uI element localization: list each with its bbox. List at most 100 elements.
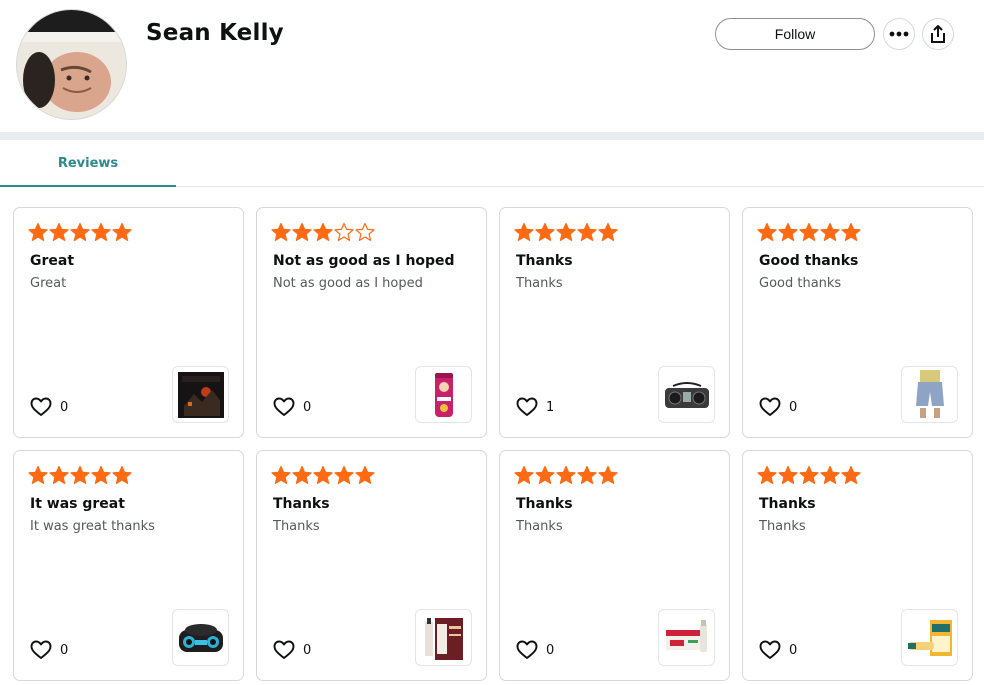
helpful-button[interactable]: 0: [516, 640, 554, 660]
profile-name: Sean Kelly: [146, 20, 284, 46]
heart-icon: [759, 397, 781, 416]
star-filled-icon: [112, 465, 132, 489]
star-filled-icon: [334, 465, 354, 489]
like-count: 0: [303, 642, 312, 658]
cd-player-icon: [178, 623, 223, 652]
helpful-button[interactable]: 0: [30, 397, 68, 417]
product-thumbnail[interactable]: [415, 609, 472, 666]
boombox-icon: [664, 381, 709, 408]
review-title: Thanks: [273, 496, 330, 512]
review-body: Thanks: [516, 519, 563, 534]
review-title: Great: [30, 253, 75, 269]
star-rating: [757, 222, 861, 246]
review-card-5[interactable]: It was great It was great thanks 0: [13, 450, 244, 681]
helpful-button[interactable]: 0: [759, 397, 797, 417]
star-filled-icon: [292, 222, 312, 246]
star-empty-icon: [334, 222, 354, 246]
star-filled-icon: [28, 222, 48, 246]
product-thumbnail[interactable]: [658, 609, 715, 666]
product-thumbnail[interactable]: [415, 366, 472, 423]
dark-album-cover-icon: [177, 371, 224, 418]
ointment-box-icon: [665, 619, 707, 652]
star-filled-icon: [112, 222, 132, 246]
tab-label: Reviews: [57, 155, 119, 171]
star-filled-icon: [820, 222, 840, 246]
polysporin-box-icon: [424, 617, 463, 660]
review-body: Good thanks: [759, 276, 842, 291]
tab-reviews[interactable]: Reviews: [0, 140, 176, 187]
review-body: Great: [30, 276, 67, 291]
star-filled-icon: [799, 465, 819, 489]
star-filled-icon: [355, 465, 375, 489]
helpful-button[interactable]: 1: [516, 397, 554, 417]
star-filled-icon: [577, 465, 597, 489]
star-rating: [757, 465, 861, 489]
active-tab-indicator: [0, 185, 176, 187]
star-filled-icon: [28, 465, 48, 489]
helpful-button[interactable]: 0: [273, 397, 311, 417]
star-filled-icon: [535, 465, 555, 489]
review-card-4[interactable]: Good thanks Good thanks 0: [742, 207, 973, 438]
star-filled-icon: [70, 222, 90, 246]
review-title: Thanks: [759, 496, 816, 512]
review-title: Thanks: [516, 496, 573, 512]
heart-icon: [30, 640, 52, 659]
heart-icon: [516, 397, 538, 416]
share-button[interactable]: [922, 18, 954, 50]
review-title: It was great: [30, 496, 125, 512]
star-filled-icon: [556, 465, 576, 489]
helpful-button[interactable]: 0: [759, 640, 797, 660]
review-card-2[interactable]: Not as good as I hoped Not as good as I …: [256, 207, 487, 438]
neosporin-box-icon: [907, 619, 952, 656]
like-count: 0: [60, 399, 69, 415]
star-filled-icon: [577, 222, 597, 246]
star-filled-icon: [271, 465, 291, 489]
star-filled-icon: [778, 222, 798, 246]
review-body: Not as good as I hoped: [273, 276, 423, 291]
star-filled-icon: [556, 222, 576, 246]
star-filled-icon: [535, 222, 555, 246]
product-thumbnail[interactable]: [172, 609, 229, 666]
share-icon: [931, 25, 945, 43]
like-count: 1: [546, 399, 555, 415]
pringles-can-icon: [434, 372, 453, 417]
star-filled-icon: [313, 222, 333, 246]
star-empty-icon: [355, 222, 375, 246]
product-thumbnail[interactable]: [172, 366, 229, 423]
star-filled-icon: [70, 465, 90, 489]
review-card-8[interactable]: Thanks Thanks 0: [742, 450, 973, 681]
like-count: 0: [60, 642, 69, 658]
section-divider: [0, 132, 984, 140]
more-options-button[interactable]: [883, 18, 915, 50]
helpful-button[interactable]: 0: [273, 640, 311, 660]
review-card-7[interactable]: Thanks Thanks 0: [499, 450, 730, 681]
follow-button[interactable]: Follow: [715, 18, 875, 50]
denim-shorts-icon: [915, 369, 944, 418]
heart-icon: [273, 640, 295, 659]
profile-header: Sean Kelly Follow: [0, 0, 984, 132]
star-filled-icon: [820, 465, 840, 489]
review-card-1[interactable]: Great Great 0: [13, 207, 244, 438]
star-filled-icon: [799, 222, 819, 246]
star-filled-icon: [757, 465, 777, 489]
star-filled-icon: [841, 222, 861, 246]
star-filled-icon: [91, 465, 111, 489]
heart-icon: [30, 397, 52, 416]
star-filled-icon: [91, 222, 111, 246]
review-card-6[interactable]: Thanks Thanks 0: [256, 450, 487, 681]
helpful-button[interactable]: 0: [30, 640, 68, 660]
review-body: Thanks: [516, 276, 563, 291]
star-rating: [28, 465, 132, 489]
product-thumbnail[interactable]: [901, 366, 958, 423]
star-rating: [514, 222, 618, 246]
review-card-3[interactable]: Thanks Thanks 1: [499, 207, 730, 438]
product-thumbnail[interactable]: [658, 366, 715, 423]
star-filled-icon: [757, 222, 777, 246]
review-body: Thanks: [273, 519, 320, 534]
product-thumbnail[interactable]: [901, 609, 958, 666]
like-count: 0: [546, 642, 555, 658]
star-filled-icon: [598, 222, 618, 246]
star-filled-icon: [841, 465, 861, 489]
review-body: It was great thanks: [30, 519, 155, 534]
star-filled-icon: [271, 222, 291, 246]
